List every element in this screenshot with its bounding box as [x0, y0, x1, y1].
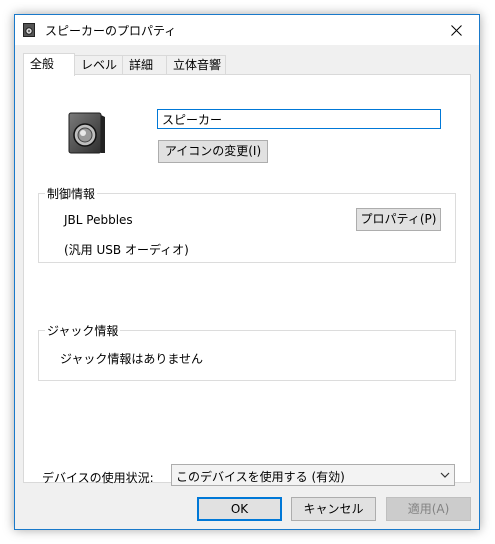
tab-spatial-sound[interactable]: 立体音響: [166, 55, 226, 75]
device-name-input[interactable]: [157, 109, 441, 129]
controller-info-group: 制御情報 JBL Pebbles (汎用 USB オーディオ) プロパティ(P): [38, 185, 456, 263]
device-usage-label: デバイスの使用状況:: [42, 471, 154, 485]
close-icon: [450, 24, 462, 36]
ok-button[interactable]: OK: [197, 497, 282, 521]
tab-levels[interactable]: レベル: [74, 55, 123, 75]
cancel-button[interactable]: キャンセル: [291, 497, 376, 521]
title-bar[interactable]: スピーカーのプロパティ: [15, 15, 479, 45]
apply-button[interactable]: 適用(A): [386, 497, 471, 521]
device-usage-select[interactable]: このデバイスを使用する (有効): [171, 464, 455, 486]
speaker-icon: [68, 112, 105, 154]
jack-info-group: ジャック情報 ジャック情報はありません: [38, 322, 456, 381]
jack-group-label: ジャック情報: [45, 322, 121, 339]
close-button[interactable]: [433, 15, 479, 45]
device-usage-value: このデバイスを使用する (有効): [176, 470, 345, 484]
driver-name: (汎用 USB オーディオ): [64, 243, 189, 257]
speaker-icon: [23, 23, 35, 37]
chevron-down-icon: [440, 472, 450, 478]
properties-window: スピーカーのプロパティ 全般 レベル 詳細 立体音響 スピーカー アイコンの変更…: [14, 14, 480, 530]
change-icon-button[interactable]: アイコンの変更(I): [158, 140, 268, 163]
tab-panel-general: アイコンの変更(I) 制御情報 JBL Pebbles (汎用 USB オーディ…: [23, 74, 471, 486]
tab-general[interactable]: 全般: [23, 53, 75, 76]
jack-info-text: ジャック情報はありません: [60, 352, 204, 366]
window-title: スピーカーのプロパティ: [45, 24, 177, 38]
device-name: JBL Pebbles: [64, 213, 133, 227]
properties-button[interactable]: プロパティ(P): [356, 208, 441, 231]
tab-advanced[interactable]: 詳細: [122, 55, 167, 75]
controller-group-label: 制御情報: [45, 185, 98, 202]
